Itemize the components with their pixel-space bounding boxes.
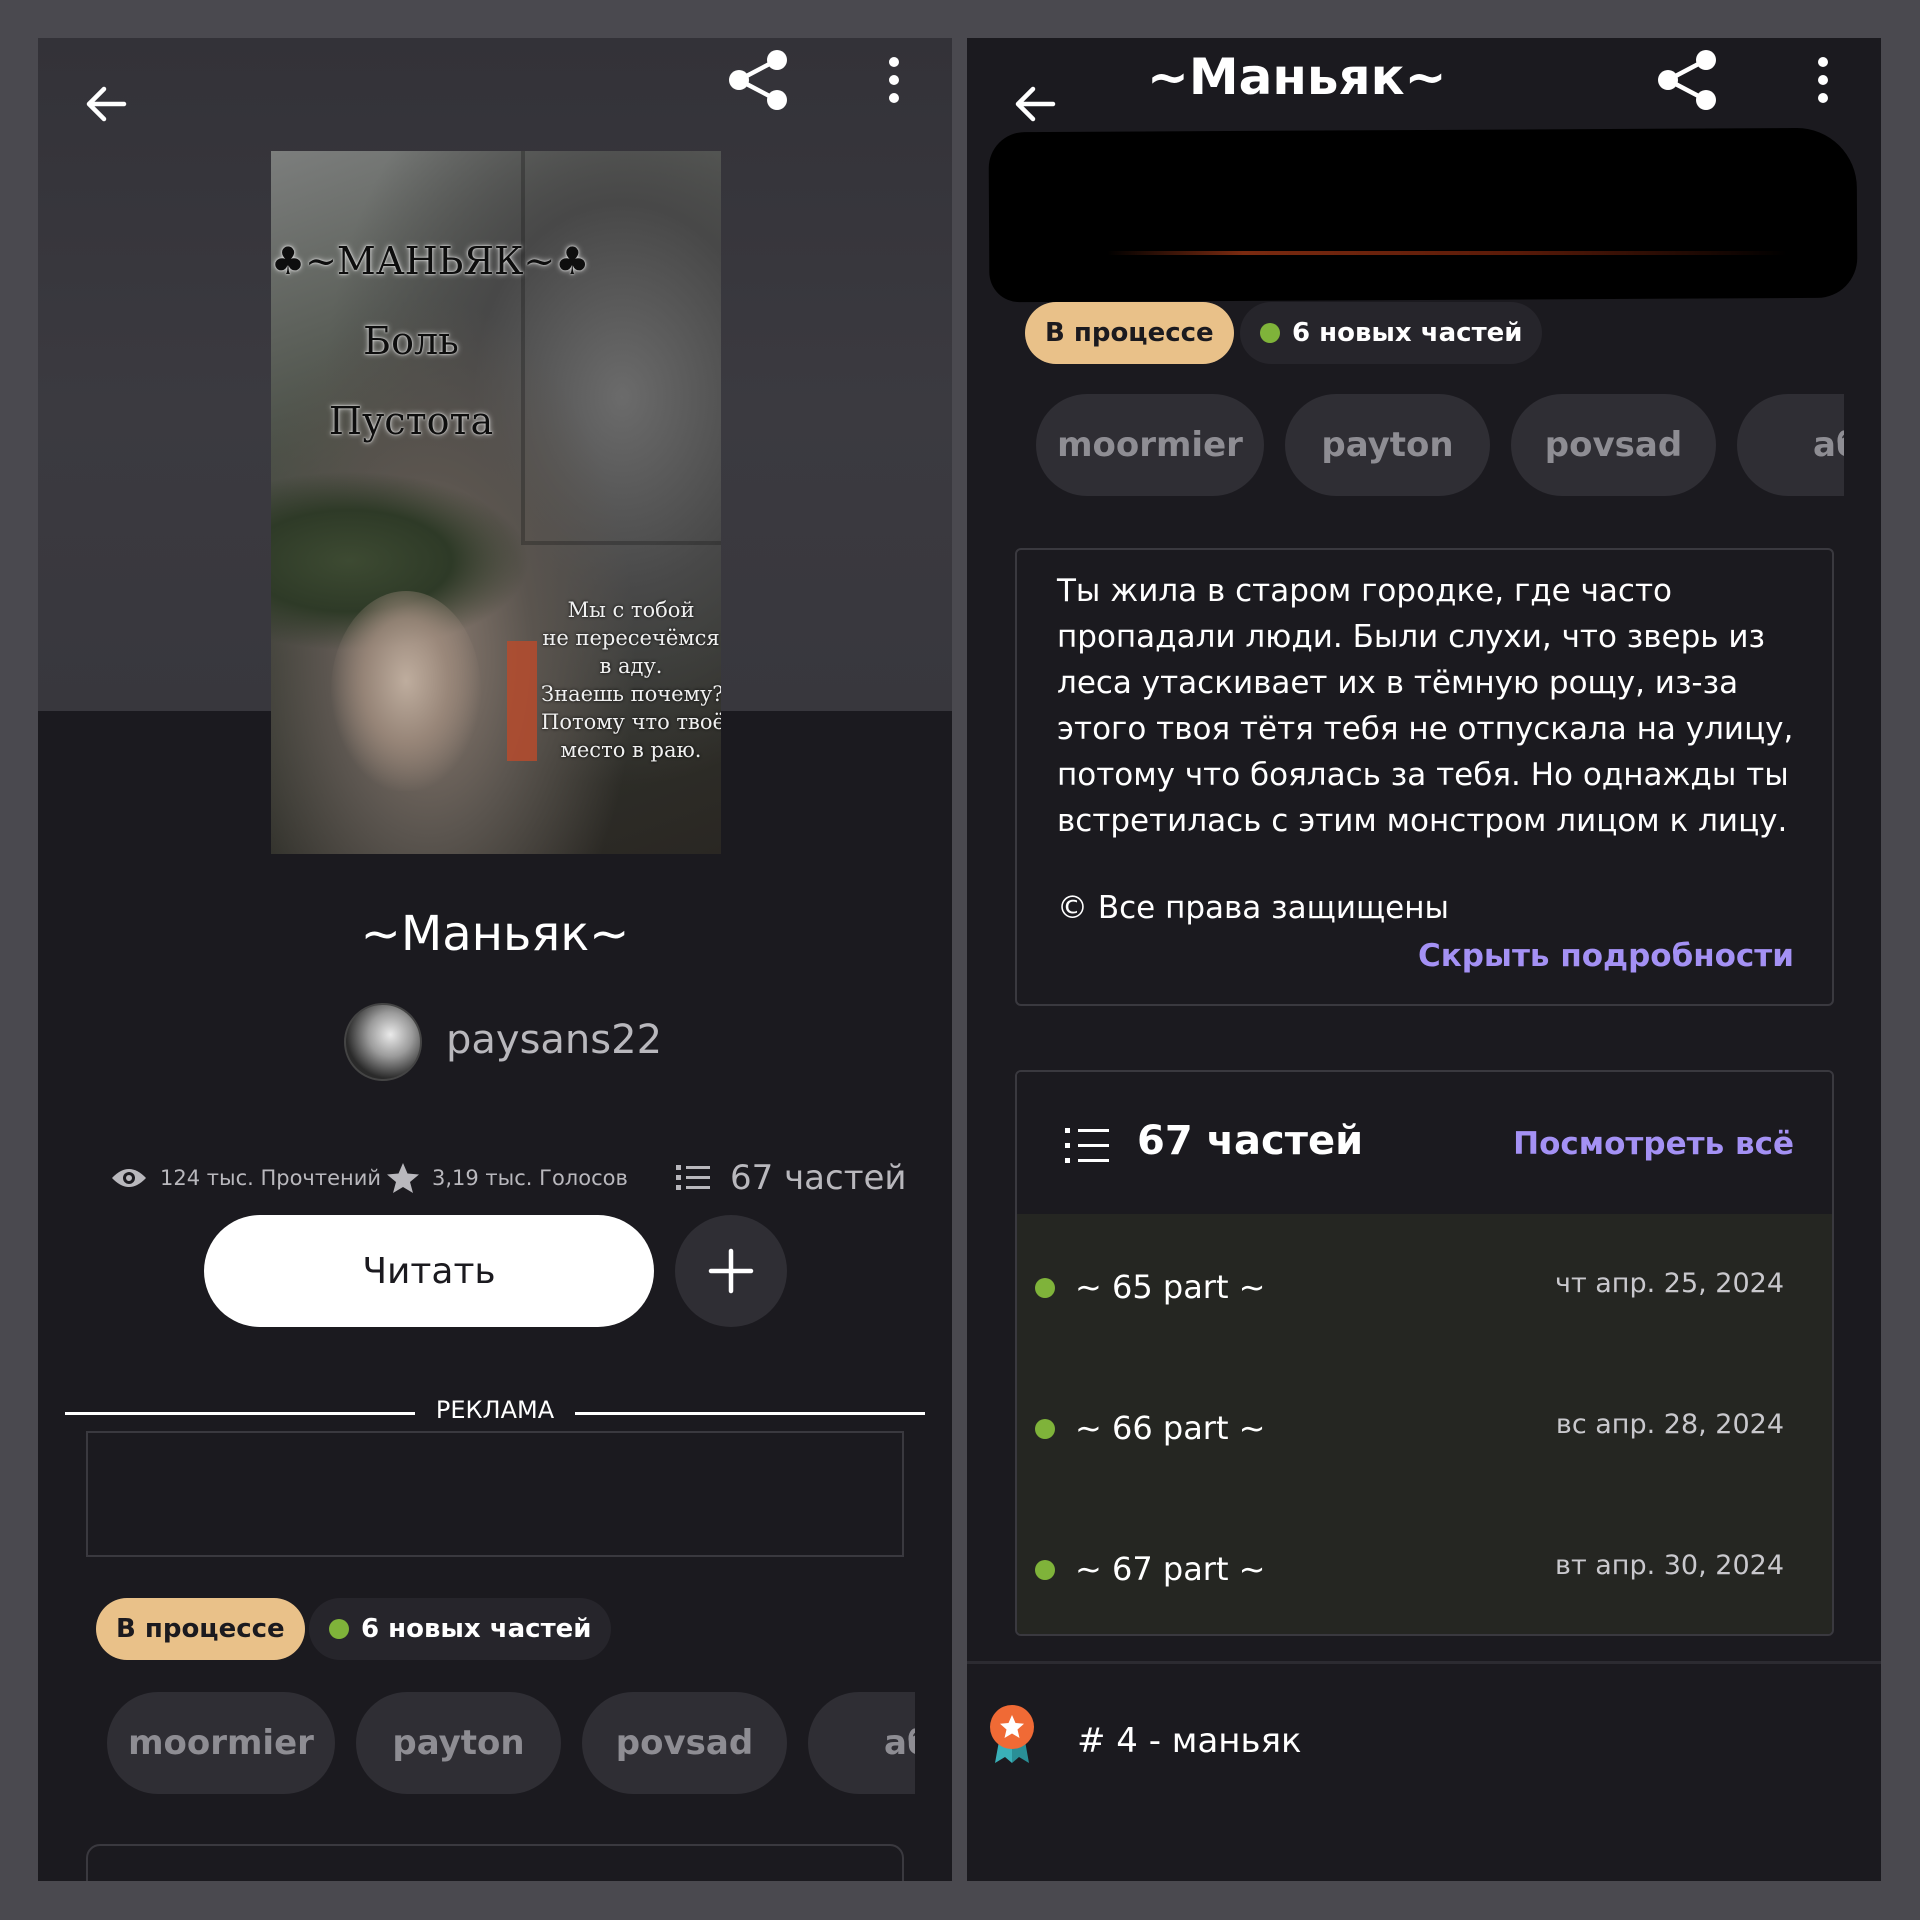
cover-divider <box>521 541 721 545</box>
eye-icon <box>112 1169 146 1187</box>
award-badge-icon <box>990 1705 1034 1763</box>
new-indicator-dot <box>1035 1278 1055 1298</box>
new-indicator-dot <box>1035 1419 1055 1439</box>
view-all-link[interactable]: Посмотреть всё <box>1513 1126 1794 1162</box>
list-icon <box>676 1165 710 1190</box>
part-date: вс апр. 28, 2024 <box>1555 1409 1784 1440</box>
part-title: ~ 65 part ~ <box>1075 1268 1266 1306</box>
list-icon <box>1065 1128 1109 1163</box>
cover-face-shape <box>331 591 481 791</box>
top-bar <box>38 38 952 160</box>
ranking-row[interactable]: # 4 - маньяк <box>967 1703 1881 1783</box>
part-title: ~ 66 part ~ <box>1075 1409 1266 1447</box>
cover-red-accent <box>507 641 537 761</box>
story-title: ~Маньяк~ <box>1147 48 1447 106</box>
redacted-area-edge <box>1107 251 1787 255</box>
hide-details-link[interactable]: Скрыть подробности <box>1418 938 1794 974</box>
status-badges: В процессе 6 новых частей <box>1025 302 1845 364</box>
back-arrow-icon[interactable] <box>1009 78 1061 130</box>
part-date: чт апр. 25, 2024 <box>1555 1268 1784 1299</box>
divider <box>967 1661 1881 1664</box>
tag-row: moormier payton povsad аб <box>1036 394 1844 496</box>
tag-chip[interactable]: moormier <box>107 1692 335 1794</box>
status-badges: В процессе 6 новых частей <box>96 1598 916 1660</box>
redacted-area <box>988 127 1858 303</box>
parts-section: 67 частей Посмотреть всё ~ 65 part ~ чт … <box>1015 1070 1834 1636</box>
reads-stat: 124 тыс. Прочтений <box>110 1148 381 1208</box>
tag-chip[interactable]: payton <box>1285 394 1490 496</box>
story-cover-image[interactable]: ♣~МАНЬЯК~♣ Боль Пустота Мы с тобой не пе… <box>271 151 721 854</box>
tag-chip[interactable]: payton <box>356 1692 561 1794</box>
read-button[interactable]: Читать <box>204 1215 654 1327</box>
parts-count: 67 частей <box>730 1158 907 1198</box>
new-indicator-dot <box>329 1619 349 1639</box>
copyright-text: © Все права защищены <box>1057 890 1449 926</box>
new-parts-label: 6 новых частей <box>1292 318 1523 348</box>
votes-count: 3,19 тыс. Голосов <box>432 1166 628 1190</box>
story-title: ~Маньяк~ <box>360 906 630 962</box>
story-details-panel: ~Маньяк~ В процессе 6 новых частей moorm… <box>967 38 1881 1881</box>
new-parts-label: 6 новых частей <box>361 1614 592 1644</box>
tag-chip[interactable]: moormier <box>1036 394 1264 496</box>
stats-row: 124 тыс. Прочтений 3,19 тыс. Голосов 67 … <box>38 1148 952 1208</box>
part-title: ~ 67 part ~ <box>1075 1550 1266 1588</box>
votes-stat: 3,19 тыс. Голосов <box>386 1148 628 1208</box>
story-description: Ты жила в старом городке, где часто проп… <box>1057 573 1794 839</box>
part-row[interactable]: ~ 66 part ~ вс апр. 28, 2024 <box>1017 1395 1832 1505</box>
ad-label: РЕКЛАМА <box>435 1396 555 1424</box>
new-indicator-dot <box>1260 323 1280 343</box>
story-overview-panel: ♣~МАНЬЯК~♣ Боль Пустота Мы с тобой не пе… <box>38 38 952 1881</box>
star-icon <box>387 1163 419 1193</box>
tag-chip[interactable]: povsad <box>1511 394 1716 496</box>
ranking-text: # 4 - маньяк <box>1077 1721 1302 1761</box>
parts-count: 67 частей <box>1137 1118 1364 1164</box>
description-box: Ты жила в старом городке, где часто проп… <box>1015 548 1834 1006</box>
author-name[interactable]: paysans22 <box>446 1017 662 1063</box>
part-row[interactable]: ~ 65 part ~ чт апр. 25, 2024 <box>1017 1254 1832 1364</box>
back-arrow-icon[interactable] <box>80 78 132 130</box>
author-row[interactable]: paysans22 <box>38 1003 952 1083</box>
next-section-outline <box>86 1844 904 1881</box>
ad-label-row: РЕКЛАМА <box>65 1393 925 1433</box>
cover-title-text: ♣~МАНЬЯК~♣ Боль Пустота <box>271 239 590 443</box>
status-badge: В процессе <box>96 1598 305 1660</box>
parts-list: ~ 65 part ~ чт апр. 25, 2024 ~ 66 part ~… <box>1017 1214 1832 1634</box>
divider <box>575 1412 925 1415</box>
tag-chip[interactable]: аб <box>808 1692 915 1794</box>
parts-stat: 67 частей <box>676 1148 907 1208</box>
share-icon[interactable] <box>1656 48 1720 112</box>
plus-icon <box>708 1248 754 1294</box>
new-indicator-dot <box>1035 1560 1055 1580</box>
add-to-library-button[interactable] <box>675 1215 787 1327</box>
tag-row: moormier payton povsad аб <box>107 1692 915 1794</box>
status-badge: В процессе <box>1025 302 1234 364</box>
part-row[interactable]: ~ 67 part ~ вт апр. 30, 2024 <box>1017 1536 1832 1634</box>
tag-chip-label: аб <box>1813 425 1844 465</box>
parts-header: 67 частей Посмотреть всё <box>1017 1072 1832 1214</box>
reads-count: 124 тыс. Прочтений <box>160 1166 382 1190</box>
divider <box>65 1412 415 1415</box>
new-parts-badge: 6 новых частей <box>309 1598 612 1660</box>
tag-chip[interactable]: аб <box>1737 394 1844 496</box>
new-parts-badge: 6 новых частей <box>1240 302 1543 364</box>
ad-slot[interactable] <box>86 1431 904 1557</box>
more-vertical-icon[interactable] <box>882 54 906 106</box>
share-icon[interactable] <box>727 48 791 112</box>
more-vertical-icon[interactable] <box>1811 54 1835 106</box>
cover-quote-text: Мы с тобой не пересечёмся в аду. Знаешь … <box>541 598 721 762</box>
tag-chip-label: аб <box>884 1723 915 1763</box>
part-date: вт апр. 30, 2024 <box>1555 1550 1784 1581</box>
tag-chip[interactable]: povsad <box>582 1692 787 1794</box>
avatar[interactable] <box>344 1003 422 1081</box>
